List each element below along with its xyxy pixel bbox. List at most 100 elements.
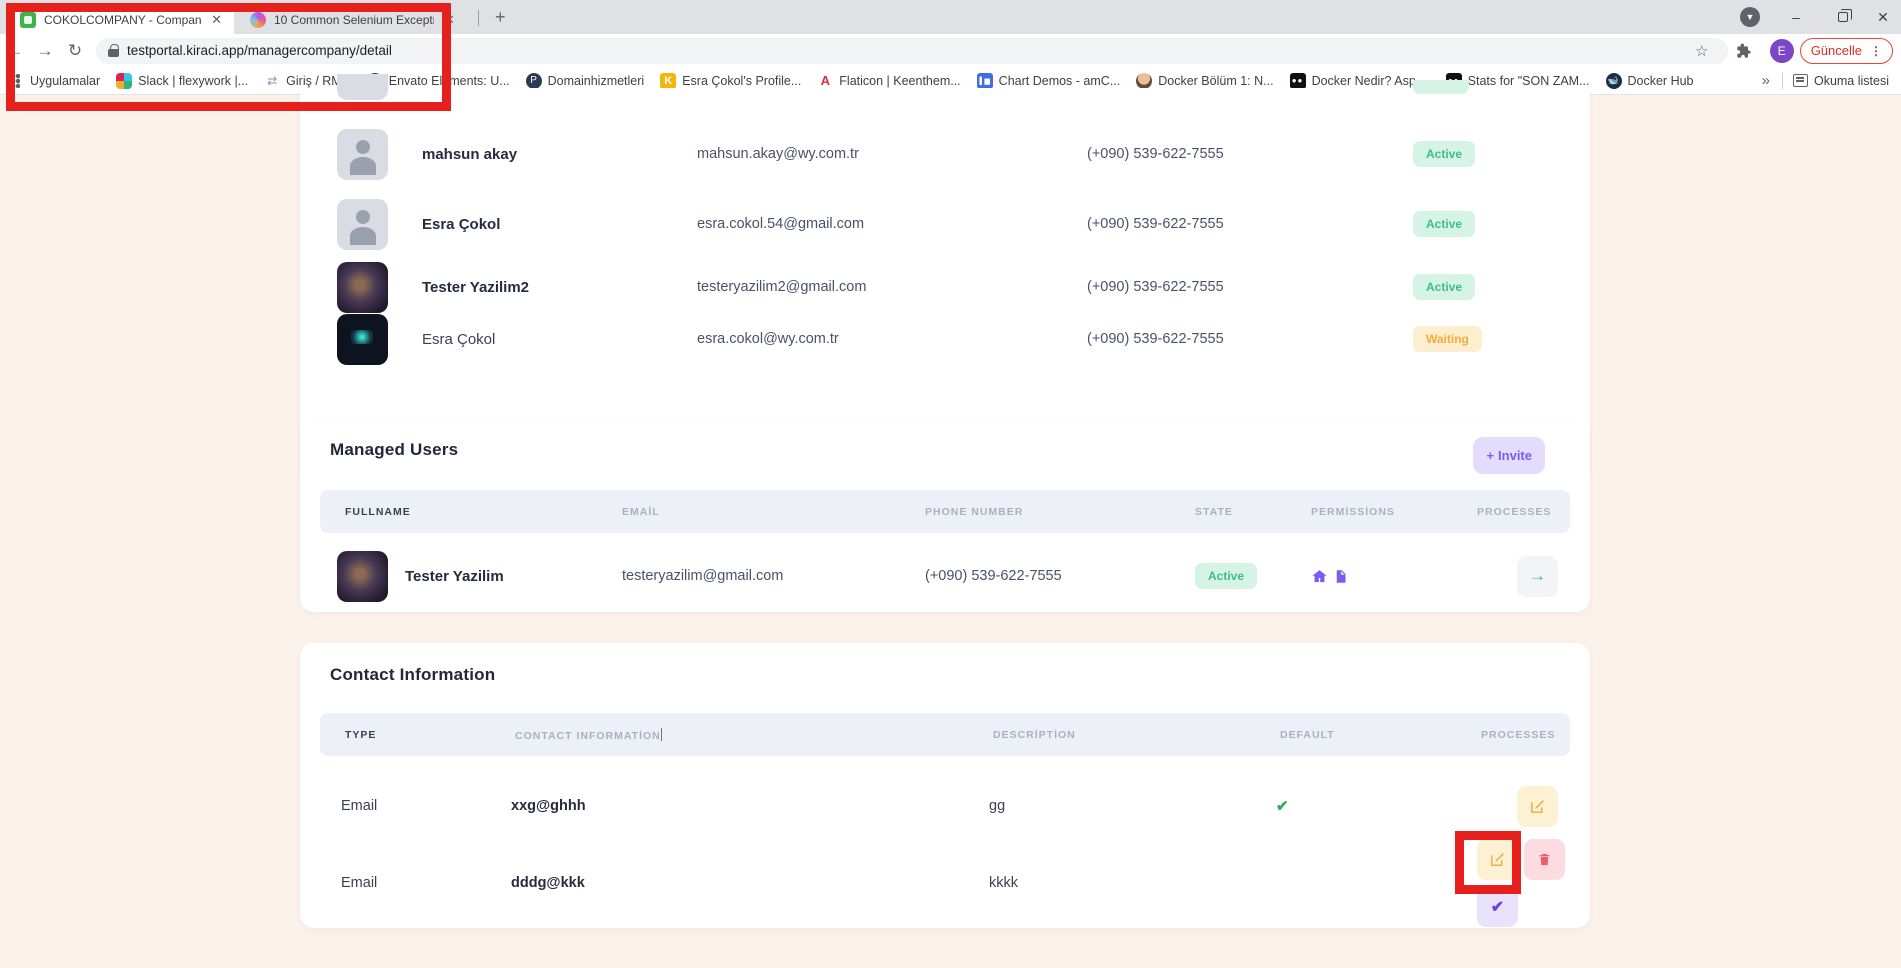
status-badge: Active <box>1413 211 1475 237</box>
reading-list-icon <box>1793 74 1808 87</box>
bookmarks-overflow-chevron[interactable]: » <box>1754 72 1778 89</box>
user-row[interactable]: mahsun akay mahsun.akay@wy.com.tr (+090)… <box>300 119 1590 189</box>
kebab-menu-icon[interactable]: ⋮ <box>1870 44 1882 58</box>
bookmark-label: Docker Bölüm 1: N... <box>1158 74 1273 88</box>
contact-value: xxg@ghhh <box>511 798 989 814</box>
col-processes: PROCESSES <box>1481 729 1587 741</box>
kaggle-icon: K <box>660 73 676 89</box>
contact-row[interactable]: Email dddg@kkk kkkk ✔ <box>300 839 1590 905</box>
document-permission-icon <box>1333 568 1348 585</box>
bookmark-label: Domainhizmetleri <box>548 74 645 88</box>
user-phone: (+090) 539-622-7555 <box>1087 279 1413 295</box>
bookmark-flaticon[interactable]: A Flaticon | Keenthem... <box>811 73 966 89</box>
contact-type: Email <box>341 875 511 891</box>
divider <box>1782 73 1783 89</box>
plus-icon: + <box>1486 448 1494 463</box>
reading-list-label: Okuma listesi <box>1814 74 1889 88</box>
status-badge-partial <box>1413 80 1469 94</box>
new-tab-button[interactable]: + <box>495 7 506 28</box>
profile-avatar[interactable]: E <box>1770 39 1794 63</box>
col-fullname: FULLNAME <box>345 506 622 518</box>
avatar <box>337 129 388 180</box>
managed-user-row[interactable]: Tester Yazilim testeryazilim@gmail.com (… <box>300 538 1590 614</box>
invite-label: Invite <box>1498 448 1532 463</box>
chrome-menu-chevron-icon[interactable]: ▼ <box>1740 7 1760 27</box>
managed-users-card: Managed Users + Invite FULLNAME EMAİL PH… <box>300 418 1590 612</box>
user-phone: (+090) 539-622-7555 <box>1087 331 1413 347</box>
user-row[interactable]: Esra Çokol esra.cokol.54@gmail.com (+090… <box>300 189 1590 259</box>
p-badge-icon: P <box>526 73 542 89</box>
contact-value: dddg@kkk <box>511 875 989 891</box>
chart-icon <box>977 73 993 89</box>
user-email: testeryazilim2@gmail.com <box>697 279 1087 295</box>
col-description: DESCRİPTİON <box>993 729 1280 741</box>
col-contact-information: CONTACT INFORMATİON <box>515 728 993 742</box>
user-name: Tester Yazilim2 <box>405 279 697 296</box>
default-check-icon: ✔ <box>1276 797 1477 815</box>
bookmark-domainhizmetleri[interactable]: P Domainhizmetleri <box>520 73 651 89</box>
bookmark-chart-demos[interactable]: Chart Demos - amC... <box>971 73 1127 89</box>
contact-type: Email <box>341 798 511 814</box>
col-permissions: PERMİSSİONS <box>1311 506 1477 518</box>
avatar <box>337 314 388 365</box>
contact-information-card: Contact Information TYPE CONTACT INFORMA… <box>300 643 1590 928</box>
status-badge: Active <box>1413 274 1475 300</box>
status-badge: Waiting <box>1413 326 1482 352</box>
text-cursor <box>661 728 662 741</box>
bookmark-label: Chart Demos - amC... <box>999 74 1121 88</box>
col-phone: PHONE NUMBER <box>925 506 1195 518</box>
user-row[interactable]: Esra Çokol esra.cokol@wy.com.tr (+090) 5… <box>300 304 1590 374</box>
bookmark-kaggle-profile[interactable]: K Esra Çokol's Profile... <box>654 73 807 89</box>
chrome-update-button[interactable]: Güncelle ⋮ <box>1800 38 1893 64</box>
annotation-rectangle-tabs-url <box>6 3 451 111</box>
user-email: mahsun.akay@wy.com.tr <box>697 146 1087 162</box>
contact-header-row: TYPE CONTACT INFORMATİON DESCRİPTİON DEF… <box>320 713 1570 756</box>
bookmark-docker-bolum[interactable]: Docker Bölüm 1: N... <box>1130 73 1279 89</box>
person-photo-icon <box>1136 73 1152 89</box>
page-body: mahsun akay mahsun.akay@wy.com.tr (+090)… <box>0 96 1901 968</box>
invite-button[interactable]: + Invite <box>1473 437 1545 474</box>
home-permission-icon <box>1311 568 1328 585</box>
section-title: Contact Information <box>330 665 495 685</box>
open-detail-arrow-button[interactable]: → <box>1517 556 1558 597</box>
bookmark-label: Esra Çokol's Profile... <box>682 74 801 88</box>
video-icon: ●● <box>1290 73 1306 89</box>
reading-list-button[interactable]: Okuma listesi <box>1787 74 1895 88</box>
minimize-button[interactable]: – <box>1775 0 1817 34</box>
user-phone: (+090) 539-622-7555 <box>1087 146 1413 162</box>
user-email: esra.cokol@wy.com.tr <box>697 331 1087 347</box>
bookmark-star-icon[interactable]: ☆ <box>1688 42 1716 60</box>
user-email: testeryazilim@gmail.com <box>622 568 925 584</box>
update-label: Güncelle <box>1811 43 1862 58</box>
col-type: TYPE <box>345 729 515 741</box>
avatar <box>337 551 388 602</box>
close-button[interactable]: ✕ <box>1862 0 1901 34</box>
bookmark-label: Docker Nedir? Asp ... <box>1312 74 1430 88</box>
user-name: Tester Yazilim <box>405 568 504 585</box>
contact-description: kkkk <box>989 875 1276 891</box>
bookmark-label: Stats for "SON ZAM... <box>1468 74 1590 88</box>
bookmark-label: Flaticon | Keenthem... <box>839 74 960 88</box>
managed-users-header-row: FULLNAME EMAİL PHONE NUMBER STATE PERMİS… <box>320 490 1570 533</box>
section-title: Managed Users <box>330 440 458 460</box>
avatar <box>337 199 388 250</box>
status-badge: Active <box>1195 563 1257 589</box>
bookmark-docker-hub[interactable]: Docker Hub <box>1600 73 1700 89</box>
user-phone: (+090) 539-622-7555 <box>925 568 1195 584</box>
restore-button[interactable] <box>1822 0 1864 34</box>
docker-whale-icon <box>1606 73 1622 89</box>
annotation-rectangle-confirm-button <box>1455 831 1521 894</box>
user-email: esra.cokol.54@gmail.com <box>697 216 1087 232</box>
extensions-puzzle-icon[interactable] <box>1736 43 1764 59</box>
edit-button[interactable] <box>1517 786 1558 827</box>
flaticon-icon: A <box>817 73 833 89</box>
delete-button[interactable] <box>1524 839 1565 880</box>
user-name: Esra Çokol <box>405 331 697 348</box>
contact-row[interactable]: Email xxg@ghhh gg ✔ <box>300 776 1590 836</box>
restore-icon <box>1838 12 1848 22</box>
status-badge: Active <box>1413 141 1475 167</box>
user-phone: (+090) 539-622-7555 <box>1087 216 1413 232</box>
user-name: Esra Çokol <box>405 216 697 233</box>
bookmark-label: Docker Hub <box>1628 74 1694 88</box>
col-email: EMAİL <box>622 506 925 518</box>
